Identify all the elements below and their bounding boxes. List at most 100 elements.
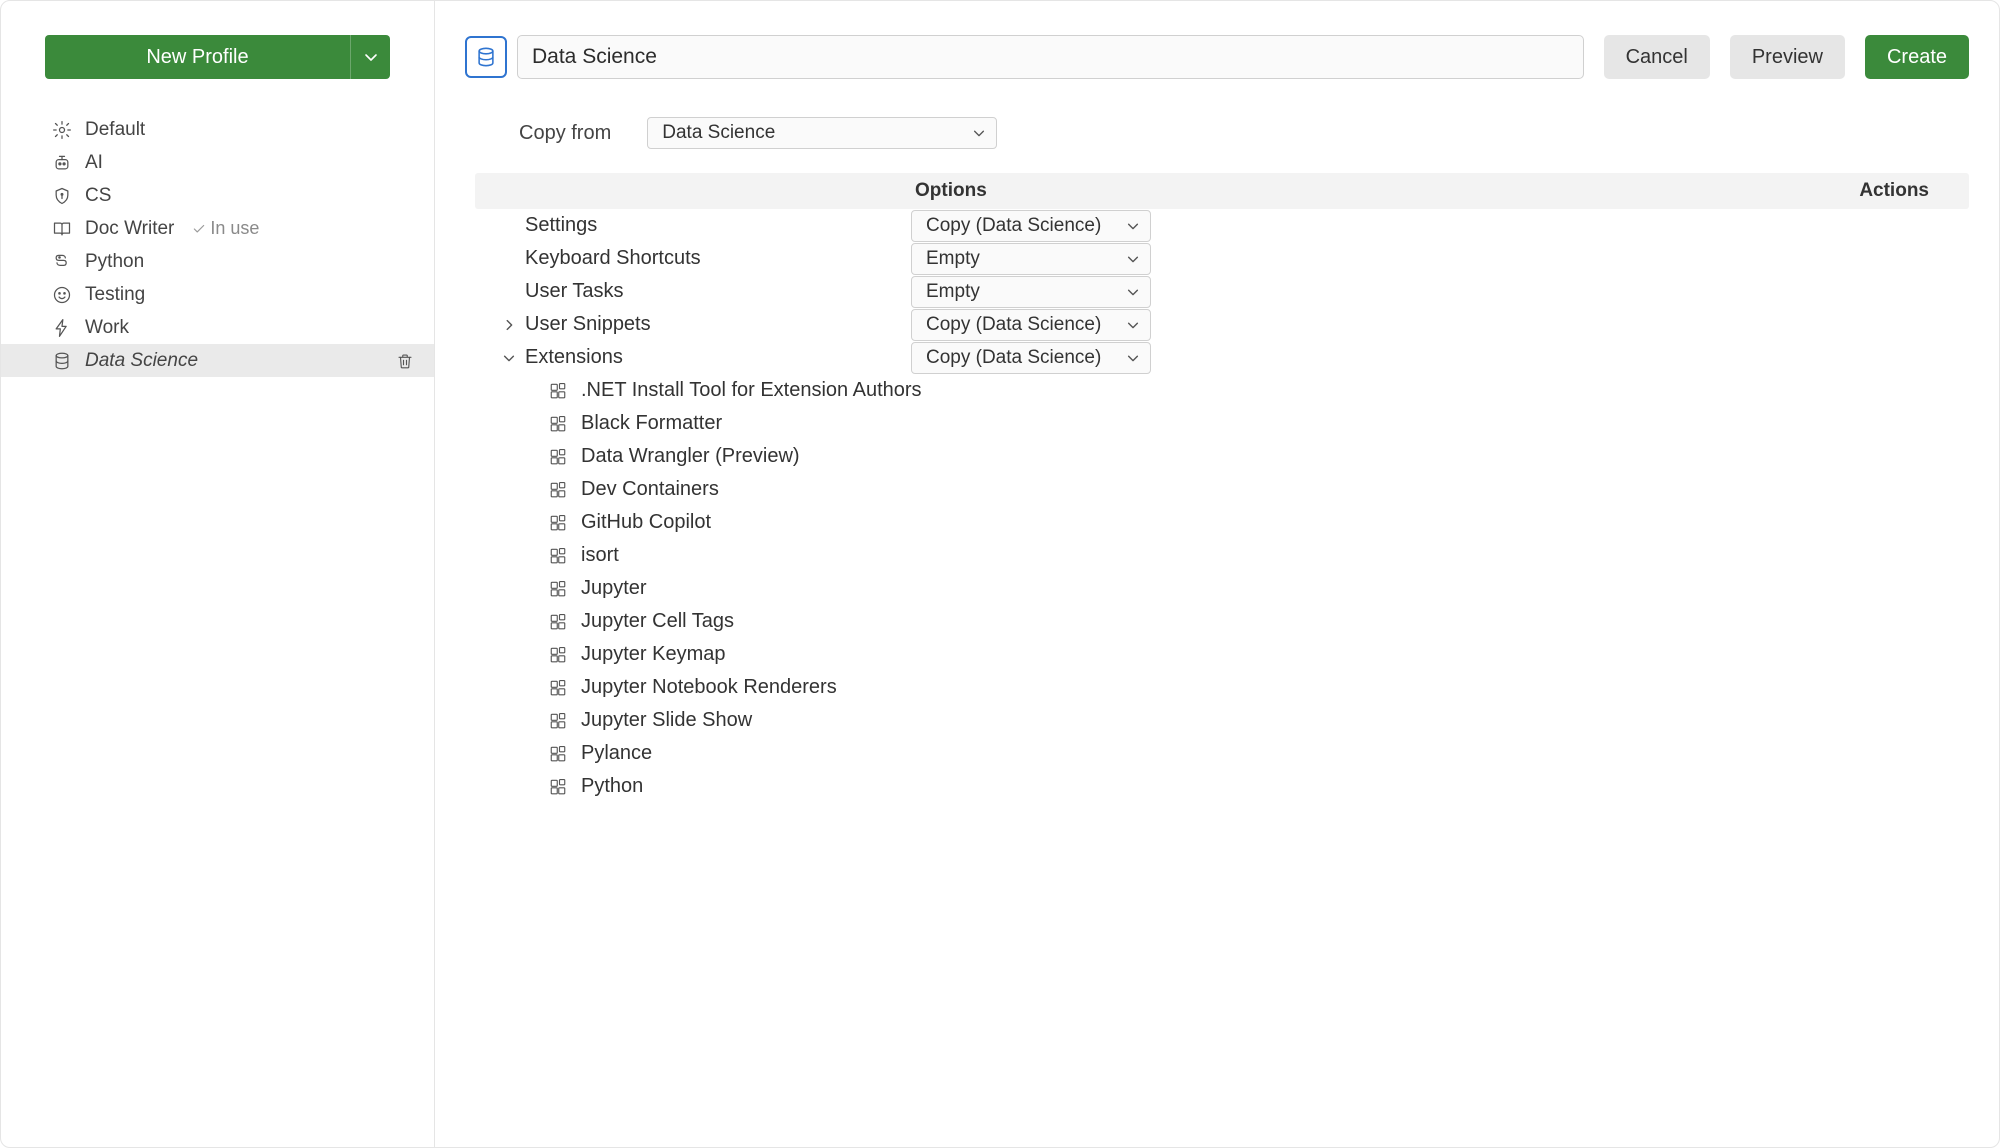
config-table: Options Actions SettingsCopy (Data Scien… <box>475 173 1969 803</box>
select-value: Copy (Data Science) <box>926 347 1101 369</box>
top-row: Cancel Preview Create <box>465 35 1969 79</box>
extensions-icon <box>549 448 569 466</box>
extensions-icon <box>549 514 569 532</box>
in-use-badge: In use <box>192 218 259 239</box>
chevron-down-icon <box>1126 219 1140 233</box>
sidebar-item-ai[interactable]: AI <box>1 146 434 179</box>
config-row-label: Keyboard Shortcuts <box>523 247 911 270</box>
sidebar-item-doc-writer[interactable]: Doc Writer In use <box>1 212 434 245</box>
config-row-snippets: User SnippetsCopy (Data Science) <box>475 308 1969 341</box>
extension-row[interactable]: Python <box>475 770 1969 803</box>
extensions-icon <box>549 778 569 796</box>
extension-row[interactable]: Pylance <box>475 737 1969 770</box>
extensions-icon <box>549 613 569 631</box>
sidebar-item-label: Doc Writer <box>85 218 174 240</box>
select-value: Empty <box>926 281 980 303</box>
extension-row[interactable]: Black Formatter <box>475 407 1969 440</box>
database-icon <box>475 46 497 68</box>
sidebar-item-label: Python <box>85 251 144 273</box>
sidebar-item-label: CS <box>85 185 111 207</box>
extension-name: isort <box>581 544 619 567</box>
tasks-option-select[interactable]: Empty <box>911 276 1151 308</box>
config-row-label[interactable]: User Snippets <box>523 313 911 336</box>
extensions-icon <box>549 382 569 400</box>
extensions-option-select[interactable]: Copy (Data Science) <box>911 342 1151 374</box>
keyboard-option-select[interactable]: Empty <box>911 243 1151 275</box>
shield-icon <box>51 185 73 207</box>
extension-row[interactable]: Jupyter Slide Show <box>475 704 1969 737</box>
config-body: SettingsCopy (Data Science) Keyboard Shor… <box>475 209 1969 803</box>
settings-option-select[interactable]: Copy (Data Science) <box>911 210 1151 242</box>
extension-name: Pylance <box>581 742 652 765</box>
database-icon <box>51 350 73 372</box>
copy-from-label: Copy from <box>519 122 611 145</box>
sidebar-item-data-science[interactable]: Data Science <box>1 344 434 377</box>
copy-from-select[interactable]: Data Science <box>647 117 997 149</box>
main-pane: Cancel Preview Create Copy from Data Sci… <box>435 1 1999 1147</box>
config-row-option: Copy (Data Science) <box>911 309 1151 341</box>
profile-name-input[interactable] <box>517 35 1584 79</box>
robot-icon <box>51 152 73 174</box>
extension-name: Jupyter Cell Tags <box>581 610 734 633</box>
config-row-extensions: Extensions Copy (Data Science) <box>475 341 1969 374</box>
sidebar-item-label: Data Science <box>85 350 198 372</box>
extension-name: Jupyter Notebook Renderers <box>581 676 837 699</box>
extension-name: GitHub Copilot <box>581 511 711 534</box>
config-row-label[interactable]: Extensions <box>523 346 911 369</box>
sidebar-item-default[interactable]: Default <box>1 113 434 146</box>
extension-row[interactable]: Dev Containers <box>475 473 1969 506</box>
chevron-down-icon <box>1126 351 1140 365</box>
in-use-label: In use <box>210 218 259 239</box>
smiley-icon <box>51 284 73 306</box>
sidebar-item-cs[interactable]: CS <box>1 179 434 212</box>
extensions-icon <box>549 481 569 499</box>
extensions-icon <box>549 646 569 664</box>
extension-row[interactable]: Jupyter Keymap <box>475 638 1969 671</box>
extension-row[interactable]: Jupyter Cell Tags <box>475 605 1969 638</box>
snake-icon <box>51 251 73 273</box>
extension-row[interactable]: .NET Install Tool for Extension Authors <box>475 374 1969 407</box>
extension-name: Jupyter Slide Show <box>581 709 752 732</box>
extension-row[interactable]: isort <box>475 539 1969 572</box>
sidebar: New Profile Default AI CS Doc Writer In use P… <box>1 1 435 1147</box>
extension-row[interactable]: Data Wrangler (Preview) <box>475 440 1969 473</box>
sidebar-item-label: Testing <box>85 284 145 306</box>
config-row-settings: SettingsCopy (Data Science) <box>475 209 1969 242</box>
sidebar-item-label: Default <box>85 119 145 141</box>
sidebar-item-python[interactable]: Python <box>1 245 434 278</box>
cancel-button[interactable]: Cancel <box>1604 35 1710 79</box>
col-actions-header: Actions <box>1315 180 1969 202</box>
lightning-icon <box>51 317 73 339</box>
chevron-down-icon <box>1126 285 1140 299</box>
copy-from-row: Copy from Data Science <box>519 117 1969 149</box>
new-profile-wrap: New Profile <box>1 35 434 97</box>
sidebar-item-label: AI <box>85 152 103 174</box>
new-profile-dropdown-button[interactable] <box>350 35 390 79</box>
delete-profile-button[interactable] <box>396 352 414 370</box>
book-icon <box>51 218 73 240</box>
config-row-tasks: User Tasks Empty <box>475 275 1969 308</box>
profile-icon-picker[interactable] <box>465 36 507 78</box>
sidebar-item-testing[interactable]: Testing <box>1 278 434 311</box>
sidebar-item-work[interactable]: Work <box>1 311 434 344</box>
chevron-right-icon[interactable] <box>495 318 523 332</box>
extension-row[interactable]: Jupyter <box>475 572 1969 605</box>
config-row-option: Copy (Data Science) <box>911 210 1151 242</box>
config-row-option: Empty <box>911 276 1151 308</box>
extension-row[interactable]: Jupyter Notebook Renderers <box>475 671 1969 704</box>
select-value: Empty <box>926 248 980 270</box>
chevron-down-icon <box>1126 252 1140 266</box>
preview-button[interactable]: Preview <box>1730 35 1845 79</box>
gear-icon <box>51 119 73 141</box>
config-row-label: User Tasks <box>523 280 911 303</box>
sidebar-item-label: Work <box>85 317 129 339</box>
chevron-down-icon[interactable] <box>495 351 523 365</box>
snippets-option-select[interactable]: Copy (Data Science) <box>911 309 1151 341</box>
create-button[interactable]: Create <box>1865 35 1969 79</box>
profile-list: Default AI CS Doc Writer In use Python Testing… <box>1 97 434 377</box>
extension-row[interactable]: GitHub Copilot <box>475 506 1969 539</box>
extension-name: .NET Install Tool for Extension Authors <box>581 379 922 402</box>
new-profile-button[interactable]: New Profile <box>45 35 350 79</box>
chevron-down-icon <box>972 126 986 140</box>
extensions-icon <box>549 547 569 565</box>
